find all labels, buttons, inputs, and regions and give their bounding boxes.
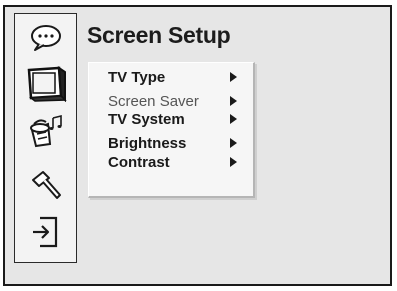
sidebar-item-tools[interactable]	[15, 164, 76, 208]
arrow-right-icon	[230, 96, 237, 106]
sidebar	[14, 13, 77, 263]
tv-screen-icon	[27, 66, 67, 102]
menu-item-brightness[interactable]: Brightness	[108, 135, 248, 153]
sidebar-item-audio[interactable]	[15, 110, 76, 154]
sidebar-item-exit[interactable]	[15, 210, 76, 254]
menu-item-label: TV System	[108, 111, 185, 128]
page-title: Screen Setup	[87, 22, 231, 48]
menu-item-label: Screen Saver	[108, 93, 199, 110]
menu-item-label: TV Type	[108, 69, 166, 86]
sidebar-item-general[interactable]	[15, 16, 76, 60]
menu-panel: TV Type Screen Saver TV System Brightnes…	[88, 62, 255, 198]
menu-item-tv-system[interactable]: TV System	[108, 111, 248, 129]
speech-bubble-icon	[30, 25, 61, 51]
speaker-music-icon	[29, 114, 62, 148]
menu-item-screen-saver[interactable]: Screen Saver	[108, 93, 248, 111]
menu-item-label: Brightness	[108, 135, 187, 152]
menu-item-tv-type[interactable]: TV Type	[108, 69, 248, 87]
hammer-icon	[31, 171, 61, 199]
exit-door-icon	[32, 216, 57, 248]
arrow-right-icon	[230, 138, 237, 148]
menu-item-contrast[interactable]: Contrast	[108, 154, 248, 172]
arrow-right-icon	[230, 114, 237, 124]
arrow-right-icon	[230, 72, 237, 82]
sidebar-item-screen[interactable]	[15, 62, 76, 106]
arrow-right-icon	[230, 157, 237, 167]
menu-item-label: Contrast	[108, 154, 170, 171]
